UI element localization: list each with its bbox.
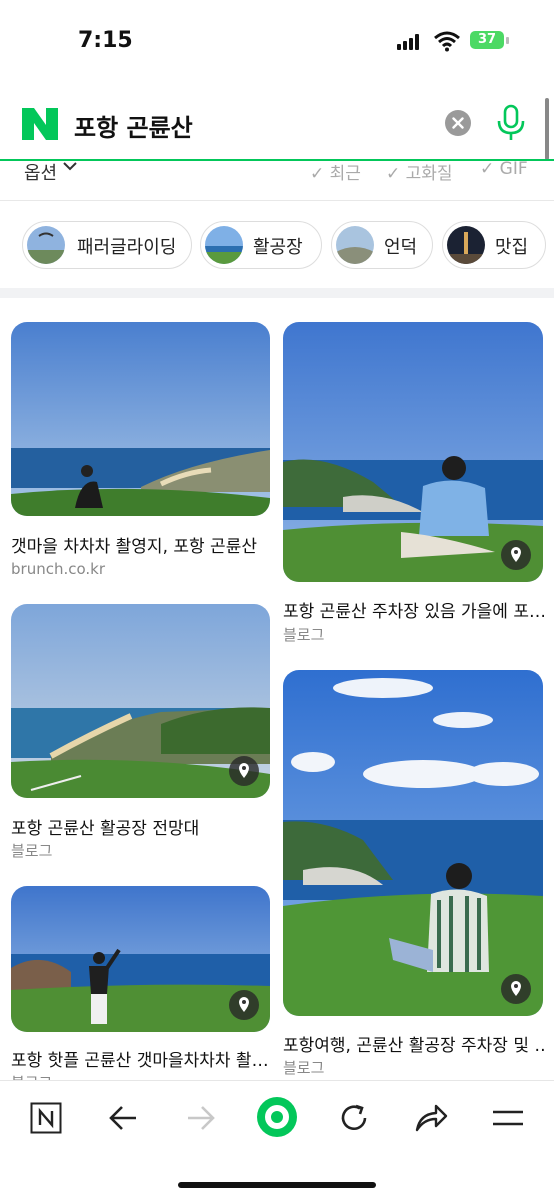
result-source-3: 블로그 bbox=[11, 842, 53, 860]
result-image-1[interactable] bbox=[11, 322, 270, 516]
result-source-4: 블로그 bbox=[283, 1059, 325, 1077]
result-image-3[interactable] bbox=[11, 604, 270, 798]
result-title-2[interactable]: 포항 곤륜산 주차장 있음 가을에 포… bbox=[283, 597, 544, 622]
chip-paragliding[interactable]: 패러글라이딩 bbox=[22, 221, 192, 269]
n-home-icon[interactable] bbox=[30, 1102, 62, 1134]
result-source-5: 블로그 bbox=[11, 1072, 52, 1080]
forward-arrow-icon[interactable] bbox=[186, 1104, 216, 1132]
filter-recent[interactable]: ✓ 최근 bbox=[310, 161, 361, 183]
filter-gif[interactable]: ✓ GIF bbox=[480, 161, 528, 179]
battery-indicator: 37 bbox=[470, 31, 504, 49]
close-icon bbox=[452, 117, 464, 129]
chip-thumbnail bbox=[27, 226, 65, 264]
result-title-4[interactable]: 포항여행, 곤륜산 활공장 주차장 및 … bbox=[283, 1031, 544, 1056]
chip-thumbnail bbox=[205, 226, 243, 264]
status-time: 7:15 bbox=[78, 28, 133, 53]
voice-search-mic-icon[interactable] bbox=[496, 104, 526, 142]
location-pin-icon[interactable] bbox=[501, 974, 531, 1004]
result-title-5[interactable]: 포항 핫플 곤륜산 갯마을차차차 촬… bbox=[11, 1046, 270, 1071]
naver-logo-icon[interactable] bbox=[22, 108, 58, 140]
page-scrollbar[interactable] bbox=[545, 98, 549, 160]
green-dot-icon[interactable] bbox=[256, 1096, 298, 1138]
search-input[interactable]: 포항 곤륜산 bbox=[74, 108, 193, 143]
menu-icon[interactable] bbox=[492, 1106, 524, 1130]
filter-hd-label: 고화질 bbox=[405, 164, 453, 183]
chip-label: 패러글라이딩 bbox=[77, 237, 177, 258]
result-title-1[interactable]: 갯마을 차차차 촬영지, 포항 곤륜산 bbox=[11, 532, 270, 557]
cellular-signal-icon bbox=[397, 34, 423, 50]
options-row: 옵션 ✓ 최근 ✓ 고화질 ✓ GIF bbox=[0, 161, 554, 183]
status-bar: 7:15 37 bbox=[0, 0, 554, 80]
location-pin-icon[interactable] bbox=[501, 540, 531, 570]
options-divider bbox=[0, 200, 554, 201]
filter-recent-label: 최근 bbox=[329, 164, 361, 183]
location-pin-icon[interactable] bbox=[229, 756, 259, 786]
result-image-2[interactable] bbox=[283, 322, 543, 582]
chip-label: 맛집 bbox=[495, 237, 529, 258]
clear-search-button[interactable] bbox=[445, 110, 471, 136]
filter-hd[interactable]: ✓ 고화질 bbox=[386, 161, 453, 183]
refresh-icon[interactable] bbox=[338, 1102, 370, 1134]
result-image-5[interactable] bbox=[11, 886, 270, 1032]
filter-gif-label: GIF bbox=[499, 161, 528, 179]
chip-thumbnail bbox=[336, 226, 374, 264]
chevron-down-icon bbox=[63, 162, 77, 171]
chip-thumbnail bbox=[447, 226, 485, 264]
share-icon[interactable] bbox=[414, 1102, 448, 1134]
chip-label: 활공장 bbox=[253, 237, 303, 258]
result-source-2: 블로그 bbox=[283, 626, 325, 644]
home-indicator bbox=[178, 1182, 376, 1188]
chip-hill[interactable]: 언덕 bbox=[331, 221, 433, 269]
chip-label: 언덕 bbox=[384, 237, 418, 258]
result-source-1: brunch.co.kr bbox=[11, 560, 106, 578]
chip-restaurants[interactable]: 맛집 bbox=[442, 221, 546, 269]
location-pin-icon[interactable] bbox=[229, 990, 259, 1020]
chip-launch-site[interactable]: 활공장 bbox=[200, 221, 322, 269]
result-title-3[interactable]: 포항 곤륜산 활공장 전망대 bbox=[11, 814, 270, 839]
battery-cap bbox=[506, 37, 509, 44]
options-toggle[interactable]: 옵션 bbox=[24, 161, 57, 183]
result-image-4[interactable] bbox=[283, 670, 543, 1016]
back-arrow-icon[interactable] bbox=[108, 1104, 138, 1132]
section-separator bbox=[0, 288, 554, 298]
wifi-icon bbox=[434, 31, 460, 52]
